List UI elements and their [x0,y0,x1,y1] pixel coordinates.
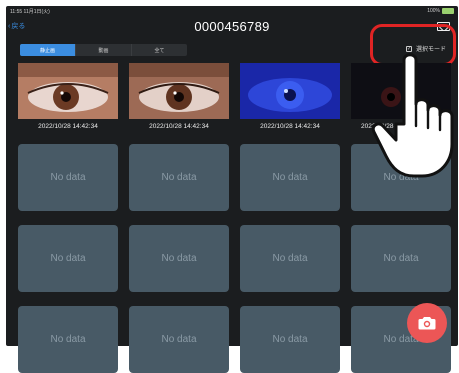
photo-item[interactable]: 2022/10/28 14:42:34 [240,63,340,130]
empty-slot[interactable]: No data [351,225,451,292]
photo-timestamp: 2022/10/28 14:42:34 [38,123,98,130]
segment-all[interactable]: 全て [132,44,187,56]
camera-button[interactable] [407,303,447,343]
empty-slot[interactable]: No data [129,225,229,292]
photo-timestamp: 2022/10/28 14:42:34 [149,123,209,130]
photo-item[interactable]: 2022/10/28 14:42:34 [129,63,229,130]
empty-slot[interactable]: No data [18,144,118,211]
media-type-segmented-control: 静止画 動画 全て [20,44,187,56]
segment-video[interactable]: 動画 [76,44,132,56]
eye-photo [240,63,340,119]
battery-icon [442,8,454,14]
empty-slot[interactable]: No data [240,306,340,373]
status-right: 100% [427,8,454,14]
eye-photo [18,63,118,119]
empty-slot[interactable]: No data [129,144,229,211]
eye-photo [129,63,229,119]
empty-slot[interactable]: No data [18,306,118,373]
empty-slot[interactable]: No data [240,225,340,292]
status-time: 11:55 11月1日(火) [10,9,50,15]
battery-percent: 100% [427,8,440,14]
empty-slot[interactable]: No data [18,225,118,292]
camera-icon [418,317,436,330]
photo-timestamp: 2022/10/28 14:42:34 [260,123,320,130]
empty-slot[interactable]: No data [129,306,229,373]
empty-slot[interactable]: No data [240,144,340,211]
pointing-hand-icon [371,53,454,178]
status-bar: 11:55 11月1日(火) 100% [6,6,458,15]
photo-item[interactable]: 2022/10/28 14:42:34 [18,63,118,130]
segment-still-image[interactable]: 静止画 [20,44,76,56]
